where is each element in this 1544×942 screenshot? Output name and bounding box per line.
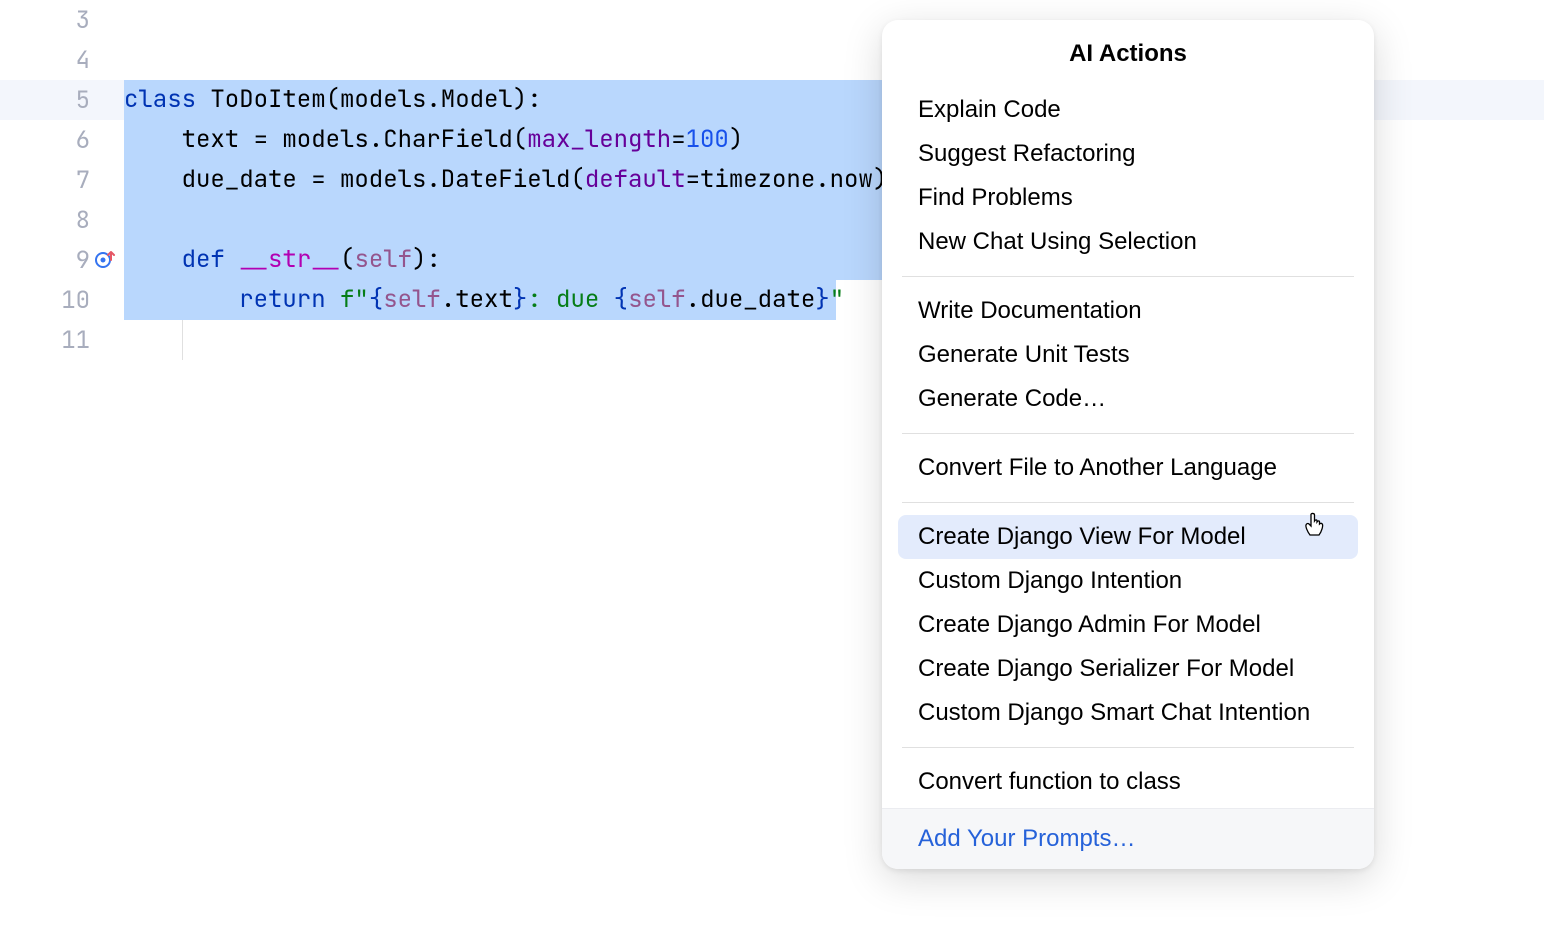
line-number: 3 bbox=[76, 5, 90, 36]
popup-body: Explain CodeSuggest RefactoringFind Prob… bbox=[882, 84, 1374, 808]
ai-action-item[interactable]: Create Django Serializer For Model bbox=[882, 647, 1374, 691]
popup-section: Convert File to Another Language bbox=[882, 442, 1374, 494]
pointer-cursor-icon bbox=[1302, 512, 1326, 540]
popup-title: AI Actions bbox=[882, 20, 1374, 84]
line-number: 8 bbox=[76, 205, 90, 236]
line-number: 4 bbox=[76, 45, 90, 76]
popup-divider bbox=[902, 433, 1354, 434]
line-number: 9 bbox=[76, 245, 90, 276]
line-number: 7 bbox=[76, 165, 90, 196]
ai-action-item[interactable]: New Chat Using Selection bbox=[882, 220, 1374, 264]
gutter-line-4[interactable]: 4 bbox=[0, 40, 120, 80]
ai-action-item[interactable]: Custom Django Smart Chat Intention bbox=[882, 691, 1374, 735]
ai-action-item[interactable]: Generate Unit Tests bbox=[882, 333, 1374, 377]
ai-action-item[interactable]: Create Django View For Model bbox=[898, 515, 1358, 559]
popup-section: Create Django View For ModelCustom Djang… bbox=[882, 511, 1374, 739]
popup-divider bbox=[902, 747, 1354, 748]
line-number: 6 bbox=[76, 125, 90, 156]
gutter-line-6[interactable]: 6 bbox=[0, 120, 120, 160]
line-number: 5 bbox=[76, 85, 90, 116]
gutter-line-8[interactable]: 8 bbox=[0, 200, 120, 240]
code-content: text = models.CharField(max_length=100) bbox=[124, 124, 743, 155]
code-content: due_date = models.DateField(default=time… bbox=[124, 164, 887, 195]
ai-action-item[interactable]: Convert function to class bbox=[882, 760, 1374, 804]
gutter-line-7[interactable]: 7 bbox=[0, 160, 120, 200]
popup-divider bbox=[902, 276, 1354, 277]
code-content: class ToDoItem(models.Model): bbox=[124, 84, 542, 115]
ai-action-item[interactable]: Suggest Refactoring bbox=[882, 132, 1374, 176]
popup-section: Convert function to class bbox=[882, 756, 1374, 808]
gutter-line-10[interactable]: 10 bbox=[0, 280, 120, 320]
gutter-line-11[interactable]: 11 bbox=[0, 320, 120, 360]
override-gutter-icon[interactable] bbox=[94, 249, 116, 271]
ai-action-item[interactable]: Explain Code bbox=[882, 88, 1374, 132]
gutter-line-9[interactable]: 9 bbox=[0, 240, 120, 280]
selection-highlight bbox=[124, 200, 894, 240]
code-content: def __str__(self): bbox=[124, 244, 441, 275]
code-content: return f"{self.text}: due {self.due_date… bbox=[124, 284, 844, 315]
ai-action-item[interactable]: Write Documentation bbox=[882, 289, 1374, 333]
gutter-line-5[interactable]: 5 bbox=[0, 80, 120, 120]
line-number: 11 bbox=[61, 325, 90, 356]
ai-action-item[interactable]: Create Django Admin For Model bbox=[882, 603, 1374, 647]
ai-action-item[interactable]: Generate Code… bbox=[882, 377, 1374, 421]
ai-actions-popup: AI Actions Explain CodeSuggest Refactori… bbox=[882, 20, 1374, 869]
popup-section: Write DocumentationGenerate Unit TestsGe… bbox=[882, 285, 1374, 425]
line-number: 10 bbox=[61, 285, 90, 316]
popup-footer[interactable]: Add Your Prompts… bbox=[882, 808, 1374, 869]
add-prompts-link[interactable]: Add Your Prompts… bbox=[918, 825, 1135, 852]
gutter: 3 4 5 6 7 8 9 10 11 bbox=[0, 0, 120, 942]
popup-section: Explain CodeSuggest RefactoringFind Prob… bbox=[882, 84, 1374, 268]
gutter-line-3[interactable]: 3 bbox=[0, 0, 120, 40]
popup-divider bbox=[902, 502, 1354, 503]
ai-action-item[interactable]: Find Problems bbox=[882, 176, 1374, 220]
ai-action-item[interactable]: Custom Django Intention bbox=[882, 559, 1374, 603]
ai-action-item[interactable]: Convert File to Another Language bbox=[882, 446, 1374, 490]
